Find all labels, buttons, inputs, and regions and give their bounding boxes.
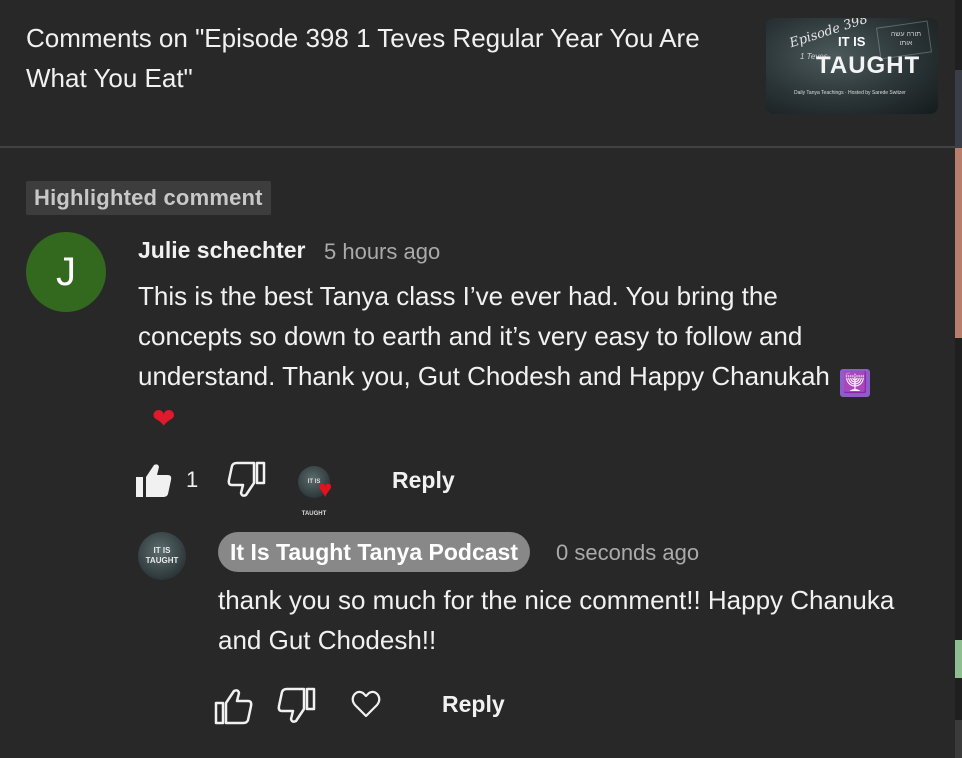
reply-text: thank you so much for the nice comment!!… xyxy=(218,585,895,655)
edge-block xyxy=(955,148,962,338)
like-count: 1 xyxy=(186,467,199,492)
comment-text-body: This is the best Tanya class I’ve ever h… xyxy=(138,281,830,391)
podcast-avatar[interactable]: IT IS TAUGHT xyxy=(138,532,186,580)
thumbnail-brand-top: IT IS xyxy=(838,34,866,49)
thumbs-down-icon xyxy=(227,461,266,497)
thumbs-down-icon xyxy=(277,687,316,723)
comments-title: Comments on "Episode 398 1 Teves Regular… xyxy=(26,23,700,93)
thumbs-up-outline-icon xyxy=(214,689,253,725)
reply-heart-button[interactable] xyxy=(350,688,382,720)
comment-timestamp[interactable]: 5 hours ago xyxy=(324,236,440,268)
thumbnail-brand-main: TAUGHT xyxy=(816,52,921,79)
thumbnail-subtitle: Daily Tanya Teachings · Hosted by Sarede… xyxy=(794,90,906,96)
reply-like-button[interactable] xyxy=(214,686,254,726)
thumbs-up-filled-icon xyxy=(136,464,172,497)
heart-outline-icon xyxy=(351,690,381,718)
creator-heart-icon: ♥ xyxy=(318,476,333,503)
edge-block xyxy=(955,720,962,758)
menorah-emoji: 🕎 xyxy=(839,369,870,397)
highlighted-comment-badge: Highlighted comment xyxy=(26,181,271,215)
heart-emoji: ❤ xyxy=(152,403,176,434)
comment-author[interactable]: Julie schechter xyxy=(138,234,305,266)
video-thumbnail[interactable]: Episode 398 1 Teves IT IS TAUGHT תורה עש… xyxy=(766,18,938,114)
edge-block xyxy=(955,70,962,150)
dislike-button[interactable] xyxy=(226,460,266,500)
header-divider xyxy=(0,146,955,148)
like-button[interactable] xyxy=(134,460,174,500)
creator-heart-badge[interactable]: IT IS TAUGHT ♥ xyxy=(298,462,346,517)
edge-block xyxy=(955,640,962,678)
comments-header: Comments on "Episode 398 1 Teves Regular… xyxy=(0,0,955,146)
background-video-edge xyxy=(955,0,962,758)
reply-reply-button[interactable]: Reply xyxy=(442,688,505,720)
reply-button[interactable]: Reply xyxy=(392,464,455,496)
reply-dislike-button[interactable] xyxy=(276,686,316,726)
reply-timestamp[interactable]: 0 seconds ago xyxy=(556,537,699,569)
commenter-avatar[interactable]: J xyxy=(26,232,106,312)
channel-owner-badge[interactable]: It Is Taught Tanya Podcast xyxy=(218,532,530,572)
comment-text: This is the best Tanya class I’ve ever h… xyxy=(138,276,878,439)
thumbnail-hebrew-text: תורה עשה אותו xyxy=(890,31,922,47)
